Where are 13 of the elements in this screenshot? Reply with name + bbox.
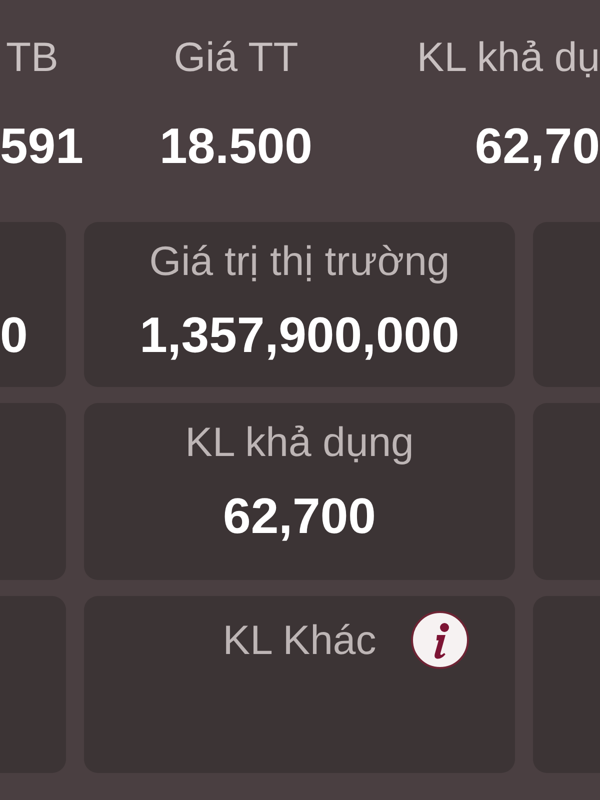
card-value: 1,357,900,000 — [140, 306, 460, 365]
column-value: 18.500 — [160, 117, 312, 176]
card-value: 0 — [0, 306, 28, 365]
card-label: KL khả dụng — [185, 418, 414, 467]
column-label: TB — [5, 33, 58, 82]
column-label: Giá TT — [174, 33, 298, 82]
column-value: 591 — [0, 117, 84, 176]
card-value: 62,700 — [223, 487, 376, 546]
column-label: KL khả dụ — [416, 33, 600, 82]
info-icon[interactable] — [411, 611, 470, 669]
card-label: KL Khác — [222, 616, 376, 664]
column-value: 62,70 — [474, 117, 600, 176]
card-label: Giá trị thị trường — [149, 237, 450, 286]
